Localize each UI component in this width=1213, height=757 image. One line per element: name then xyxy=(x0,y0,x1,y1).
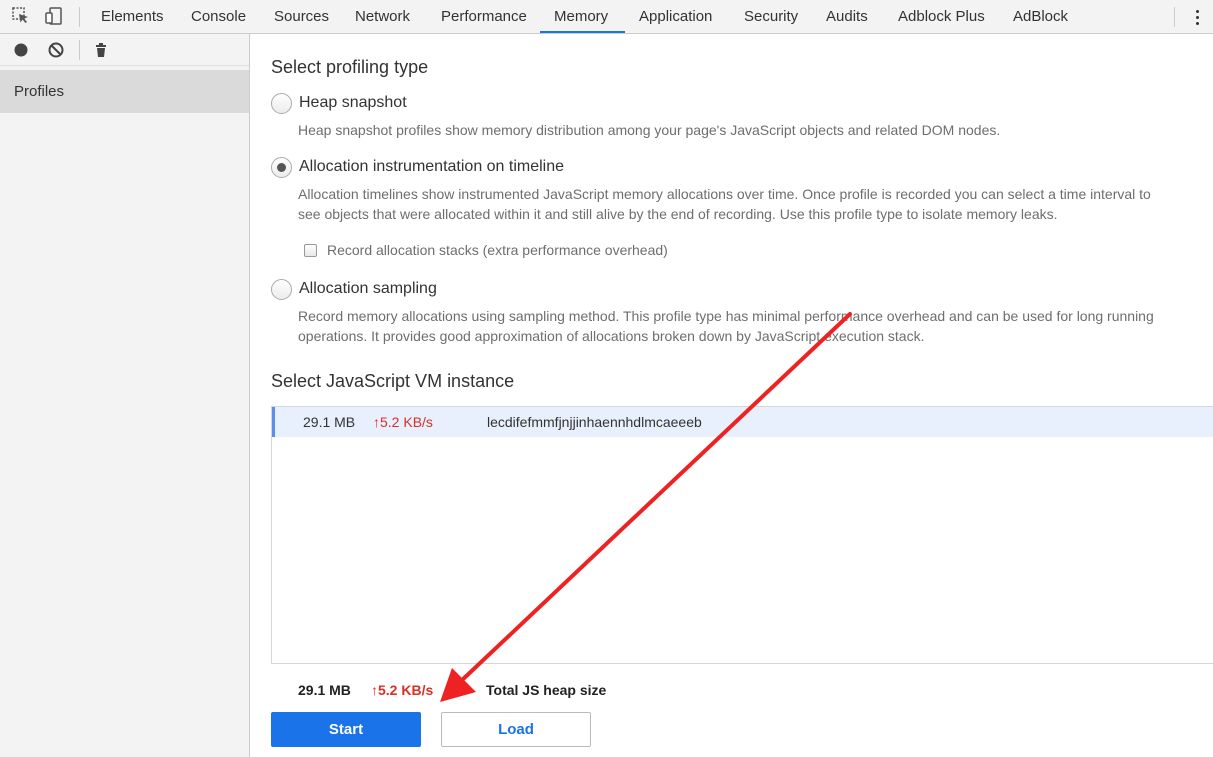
trash-icon[interactable] xyxy=(91,40,111,60)
radio-button[interactable] xyxy=(271,278,292,300)
toolbar-divider xyxy=(79,40,80,60)
heap-snapshot-description: Heap snapshot profiles show memory distr… xyxy=(298,122,1001,138)
radio-button-checked[interactable] xyxy=(271,156,292,178)
tab-adblock-plus[interactable]: Adblock Plus xyxy=(898,0,985,33)
total-heap-rate: ↑5.2 KB/s xyxy=(371,682,434,698)
tab-console[interactable]: Console xyxy=(191,0,246,33)
record-allocation-stacks-checkbox[interactable]: Record allocation stacks (extra performa… xyxy=(304,240,668,260)
vm-heap-rate: ↑5.2 KB/s xyxy=(373,414,433,430)
tab-application[interactable]: Application xyxy=(639,0,712,33)
vm-heap-size: 29.1 MB xyxy=(303,414,356,430)
tab-security[interactable]: Security xyxy=(744,0,798,33)
sidebar-item-profiles[interactable]: Profiles xyxy=(0,70,249,113)
inspect-element-icon[interactable] xyxy=(11,6,31,26)
vm-instance-name: lecdifefmmfjnjjinhaennhdlmcaeeeb xyxy=(487,414,702,430)
more-options-icon[interactable] xyxy=(1189,6,1205,28)
profiles-sidebar: Profiles xyxy=(0,34,250,757)
allocation-timeline-description-line1: Allocation timelines show instrumented J… xyxy=(298,186,1151,202)
vm-instance-list: 29.1 MB ↑5.2 KB/s lecdifefmmfjnjjinhaenn… xyxy=(271,406,1213,664)
sidebar-toolbar xyxy=(0,34,249,66)
tab-adblock[interactable]: AdBlock xyxy=(1013,0,1068,33)
total-heap-size-label: Total JS heap size xyxy=(486,682,607,698)
radio-label: Allocation sampling xyxy=(299,280,437,297)
radio-label: Heap snapshot xyxy=(299,94,407,111)
record-icon[interactable] xyxy=(11,40,31,60)
radio-heap-snapshot[interactable]: Heap snapshot xyxy=(271,92,407,114)
radio-label: Allocation instrumentation on timeline xyxy=(299,158,565,175)
device-toolbar-icon[interactable] xyxy=(44,6,64,26)
tab-sources[interactable]: Sources xyxy=(274,0,329,33)
memory-panel: Select profiling type Heap snapshot Heap… xyxy=(251,34,1213,757)
checkbox[interactable] xyxy=(304,243,317,257)
tab-network[interactable]: Network xyxy=(355,0,410,33)
tab-elements[interactable]: Elements xyxy=(101,0,164,33)
vm-instance-row[interactable]: 29.1 MB ↑5.2 KB/s lecdifefmmfjnjjinhaenn… xyxy=(272,407,1213,437)
tab-audits[interactable]: Audits xyxy=(826,0,868,33)
radio-allocation-timeline[interactable]: Allocation instrumentation on timeline xyxy=(271,156,564,178)
tab-memory[interactable]: Memory xyxy=(554,0,608,33)
radio-button[interactable] xyxy=(271,92,292,114)
active-tab-indicator xyxy=(540,31,625,33)
tab-performance[interactable]: Performance xyxy=(441,0,527,33)
vm-instance-title: Select JavaScript VM instance xyxy=(271,371,515,391)
profiling-type-title: Select profiling type xyxy=(271,57,429,77)
toolbar-divider xyxy=(79,7,80,27)
radio-allocation-sampling[interactable]: Allocation sampling xyxy=(271,278,437,300)
toolbar-divider xyxy=(1174,7,1175,27)
devtools-tabbar: Elements Console Sources Network Perform… xyxy=(0,0,1213,34)
start-button[interactable]: Start xyxy=(271,712,421,747)
clear-icon[interactable] xyxy=(46,40,66,60)
allocation-timeline-description-line2: see objects that were allocated within i… xyxy=(298,206,1058,222)
allocation-sampling-description-line2: operations. It provides good approximati… xyxy=(298,328,925,344)
allocation-sampling-description-line1: Record memory allocations using sampling… xyxy=(298,308,1154,324)
total-heap-size-value: 29.1 MB xyxy=(298,682,351,698)
checkbox-label: Record allocation stacks (extra performa… xyxy=(327,242,668,258)
load-button[interactable]: Load xyxy=(441,712,591,747)
